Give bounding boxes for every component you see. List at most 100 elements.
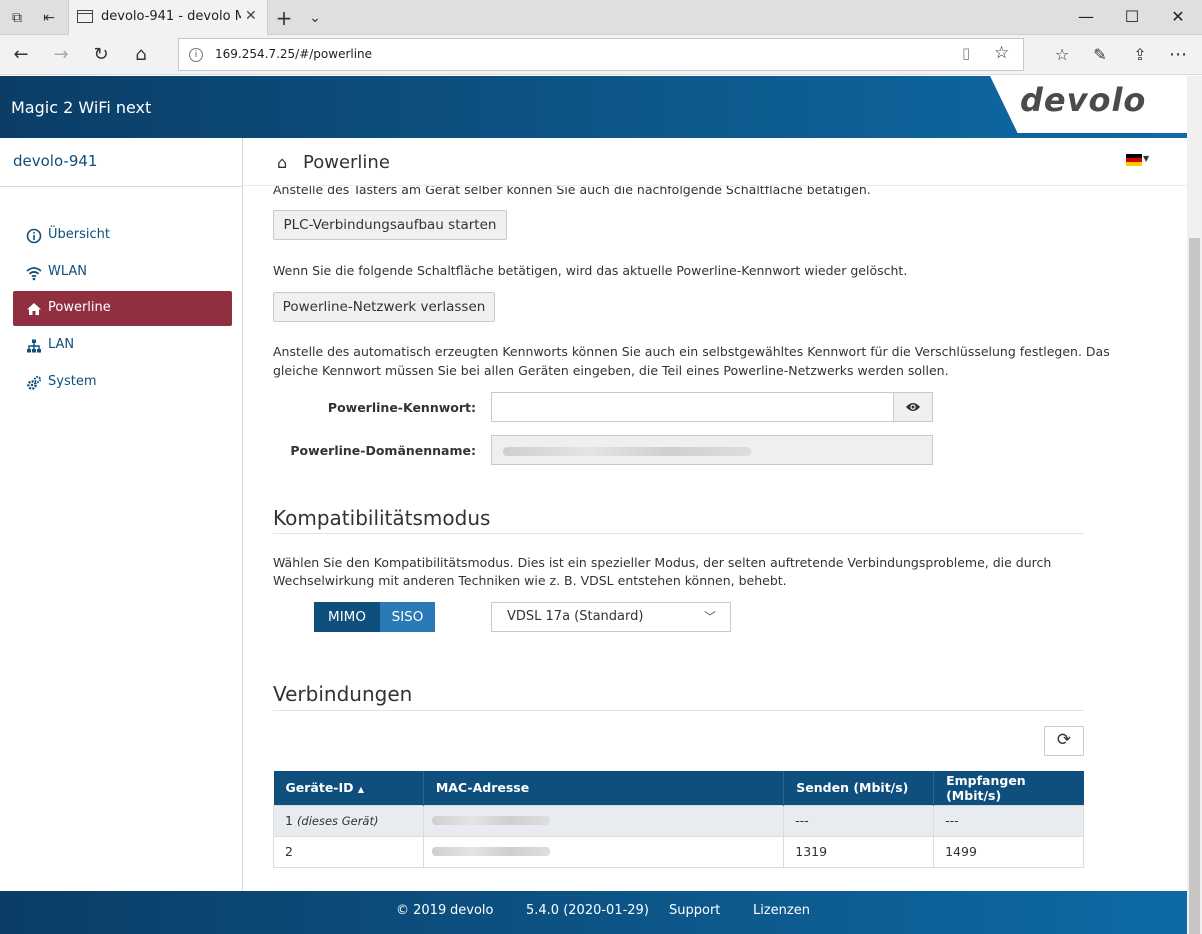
footer-licenses-link[interactable]: Lizenzen — [753, 903, 810, 918]
home-icon[interactable]: ⌂ — [129, 43, 153, 67]
more-menu-icon[interactable]: ⋯ — [1166, 43, 1190, 67]
info-icon — [26, 228, 42, 244]
wifi-icon — [26, 267, 42, 281]
pen-icon[interactable]: ✎ — [1088, 43, 1112, 67]
favorite-star-icon[interactable]: ☆ — [994, 43, 1009, 63]
tab-title: devolo-941 - devolo Magic 2 WiFi next — [101, 9, 241, 24]
col-receive[interactable]: Empfangen (Mbit/s) — [933, 771, 1084, 805]
footer-version: 5.4.0 (2020-01-29) — [526, 903, 649, 918]
network-icon — [27, 339, 41, 353]
share-icon[interactable]: ⇪ — [1128, 43, 1152, 67]
tab-list-chevron-icon[interactable]: ⌄ — [306, 9, 324, 27]
sidebar-item-label: Übersicht — [48, 227, 110, 242]
sidebar-item-lan[interactable]: LAN — [13, 328, 232, 363]
table-header-row: Geräte-ID ▲ MAC-Adresse Senden (Mbit/s) … — [273, 771, 1084, 805]
sidebar-divider — [0, 186, 242, 187]
sidebar-item-wlan[interactable]: WLAN — [13, 255, 232, 290]
new-tab-icon[interactable]: + — [275, 8, 293, 28]
password-label: Powerline-Kennwort: — [327, 400, 476, 415]
sidebar-item-powerline[interactable]: Powerline — [13, 291, 232, 326]
password-info-line-2: gleiche Kennwort müssen Sie bei allen Ge… — [273, 363, 949, 378]
forward-icon[interactable]: → — [49, 43, 73, 67]
cell-send: 1319 — [783, 835, 935, 868]
eye-icon — [906, 403, 920, 411]
powerline-password-input[interactable] — [491, 392, 894, 422]
vdsl-profile-value: VDSL 17a (Standard) — [507, 609, 644, 624]
show-password-button[interactable] — [893, 392, 933, 422]
tab-actions-icon[interactable]: ⧉ — [8, 9, 26, 27]
table-row: 1 (dieses Gerät) --- --- — [273, 804, 1084, 837]
cell-device-id: 2 — [273, 835, 424, 868]
footer-copyright: © 2019 — [396, 903, 447, 918]
sidebar-item-system[interactable]: System — [13, 365, 232, 400]
sidebar-item-label: Powerline — [48, 300, 111, 315]
leave-network-text: Wenn Sie die folgende Schaltfläche betät… — [273, 263, 908, 278]
home-icon — [27, 303, 41, 315]
gears-icon — [27, 375, 42, 390]
sidebar-item-label: System — [48, 374, 97, 389]
redacted-mac — [431, 816, 550, 825]
close-tab-icon[interactable]: ✕ — [245, 8, 257, 24]
maximize-icon[interactable]: ☐ — [1120, 6, 1144, 28]
connections-table: Geräte-ID ▲ MAC-Adresse Senden (Mbit/s) … — [273, 771, 1084, 868]
redacted-domain-value — [503, 447, 751, 456]
mode-mimo-button[interactable]: MIMO — [314, 602, 380, 632]
favorites-hub-icon[interactable]: ☆ — [1050, 43, 1074, 67]
close-window-icon[interactable]: ✕ — [1166, 6, 1190, 28]
sidebar-item-label: WLAN — [48, 264, 88, 279]
compat-text-line-2: Wechselwirkung mit anderen Techniken wie… — [273, 573, 787, 588]
sort-ascending-icon: ▲ — [357, 785, 365, 795]
back-icon[interactable]: ← — [9, 43, 33, 67]
page-title: Powerline — [303, 152, 390, 173]
url-text: 169.254.7.25/#/powerline — [215, 47, 373, 61]
connections-heading-rule — [273, 710, 1084, 711]
device-name: devolo-941 — [13, 152, 98, 170]
password-info-line-1: Anstelle des automatisch erzeugten Kennw… — [273, 344, 1110, 359]
page-title-bar: ⌂ Powerline ▼ — [243, 138, 1187, 186]
footer-support-link[interactable]: Support — [669, 903, 720, 918]
compat-text-line-1: Wählen Sie den Kompatibilitätsmodus. Die… — [273, 555, 1052, 570]
col-send[interactable]: Senden (Mbit/s) — [783, 771, 935, 805]
table-row: 2 1319 1499 — [273, 835, 1084, 868]
col-mac-address[interactable]: MAC-Adresse — [423, 771, 785, 805]
browser-tab[interactable]: devolo-941 - devolo Magic 2 WiFi next ✕ — [68, 0, 268, 35]
sidebar-item-label: LAN — [48, 337, 75, 352]
refresh-connections-button[interactable]: ⟳ — [1044, 726, 1084, 756]
sidebar-item-overview[interactable]: Übersicht — [13, 218, 232, 253]
cell-receive: 1499 — [933, 835, 1084, 868]
reading-view-icon[interactable]: ▯ — [962, 44, 970, 62]
leave-network-button[interactable]: Powerline-Netzwerk verlassen — [273, 292, 495, 322]
browser-nav-bar: ← → ↻ ⌂ i 169.254.7.25/#/powerline ▯ ☆ ☆… — [0, 35, 1202, 75]
browser-tab-bar: ⧉ ⇤ devolo-941 - devolo Magic 2 WiFi nex… — [0, 0, 1202, 35]
redacted-mac — [431, 847, 550, 856]
footer: © 2019 devolo 5.4.0 (2020-01-29) Support… — [0, 891, 1187, 934]
cell-send: --- — [783, 804, 935, 837]
sidebar: devolo-941 Übersicht WLAN Powerline LAN … — [0, 138, 243, 891]
cell-device-id: 1 (dieses Gerät) — [273, 804, 424, 837]
product-name: Magic 2 WiFi next — [11, 98, 152, 117]
set-tabs-aside-icon[interactable]: ⇤ — [40, 9, 58, 27]
language-caret-icon[interactable]: ▼ — [1143, 154, 1149, 163]
german-flag-icon[interactable] — [1126, 154, 1142, 166]
plc-pairing-button[interactable]: PLC-Verbindungsaufbau starten — [273, 210, 507, 240]
refresh-icon[interactable]: ↻ — [89, 43, 113, 67]
col-device-id[interactable]: Geräte-ID ▲ — [273, 771, 424, 805]
domain-name-label: Powerline-Domänenname: — [290, 443, 476, 458]
refresh-icon: ⟳ — [1056, 730, 1072, 750]
footer-brand: devolo — [450, 903, 494, 918]
cell-mac-address — [422, 804, 785, 837]
minimize-icon[interactable]: — — [1074, 6, 1098, 28]
page-icon — [77, 10, 93, 23]
cell-mac-address — [422, 835, 785, 868]
compat-heading-rule — [273, 533, 1084, 534]
chevron-down-icon: ﹀ — [703, 610, 716, 624]
cell-receive: --- — [933, 804, 1084, 837]
page-home-icon: ⌂ — [277, 153, 288, 172]
mode-siso-button[interactable]: SISO — [380, 602, 435, 632]
address-bar[interactable]: i 169.254.7.25/#/powerline ▯ ☆ — [178, 38, 1024, 71]
vdsl-profile-select[interactable]: VDSL 17a (Standard) ﹀ — [491, 602, 731, 632]
scrollbar-thumb[interactable] — [1189, 238, 1200, 934]
connections-heading: Verbindungen — [273, 682, 413, 706]
site-info-icon[interactable]: i — [189, 48, 203, 62]
devolo-logo: devolo — [990, 76, 1187, 133]
